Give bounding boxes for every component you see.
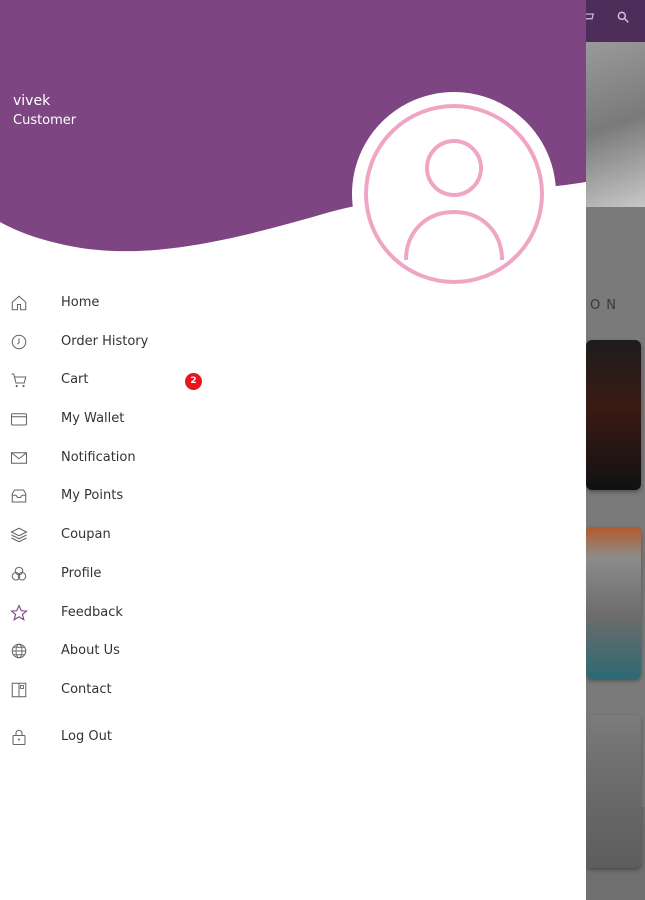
background-product-card (586, 340, 641, 490)
user-name: vivek (13, 93, 51, 109)
menu-item-my-points[interactable]: My Points (0, 477, 586, 516)
menu-item-label: Coupan (61, 527, 111, 543)
menu-item-notification[interactable]: Notification (0, 439, 586, 478)
menu-item-feedback[interactable]: Feedback (0, 594, 586, 633)
background-product-card (586, 715, 641, 868)
menu-item-profile[interactable]: Profile (0, 555, 586, 594)
user-role: Customer (13, 113, 77, 128)
menu-item-label: About Us (61, 643, 120, 659)
avatar[interactable] (352, 92, 556, 296)
cart-icon (11, 373, 27, 388)
mail-icon (10, 451, 28, 464)
layers-icon (10, 527, 28, 543)
menu-item-contact[interactable]: Contact (0, 671, 586, 710)
menu-item-label: Home (61, 295, 100, 310)
background-product-card (586, 527, 641, 679)
menu-item-label: Cart (61, 372, 89, 388)
background-section-title: ON (590, 298, 622, 313)
lock-icon (12, 729, 26, 745)
menu-item-label: My Wallet (61, 411, 125, 427)
menu-item-label: My Points (61, 488, 124, 504)
menu-item-about-us[interactable]: About Us (0, 632, 586, 671)
drawer-menu: Home Order History Cart 2 My Wallet Noti… (0, 284, 586, 756)
user-profile-icon (364, 104, 544, 284)
menu-item-label: Feedback (61, 604, 123, 620)
circles-icon (11, 566, 27, 581)
menu-item-label: Order History (61, 333, 149, 349)
menu-item-label: Log Out (61, 728, 112, 744)
menu-item-cart[interactable]: Cart 2 (0, 361, 586, 400)
navigation-drawer: vivek Customer Home Order History Cart 2… (0, 0, 586, 900)
menu-item-label: Notification (61, 449, 136, 465)
clock-icon (11, 334, 27, 349)
inbox-icon (11, 489, 27, 503)
menu-item-my-wallet[interactable]: My Wallet (0, 400, 586, 439)
menu-item-order-history[interactable]: Order History (0, 323, 586, 362)
background-banner-image (586, 42, 645, 207)
contact-book-icon (11, 682, 27, 698)
wallet-icon (10, 413, 28, 426)
menu-item-label: Profile (61, 565, 102, 581)
menu-item-home[interactable]: Home (0, 284, 586, 323)
star-icon (10, 603, 28, 621)
menu-item-coupan[interactable]: Coupan (0, 516, 586, 555)
search-icon (613, 10, 633, 30)
menu-item-log-out[interactable]: Log Out (0, 718, 586, 757)
menu-item-label: Contact (61, 681, 112, 697)
home-icon (11, 295, 27, 311)
cart-count-badge: 2 (185, 373, 202, 391)
globe-icon (11, 643, 27, 659)
